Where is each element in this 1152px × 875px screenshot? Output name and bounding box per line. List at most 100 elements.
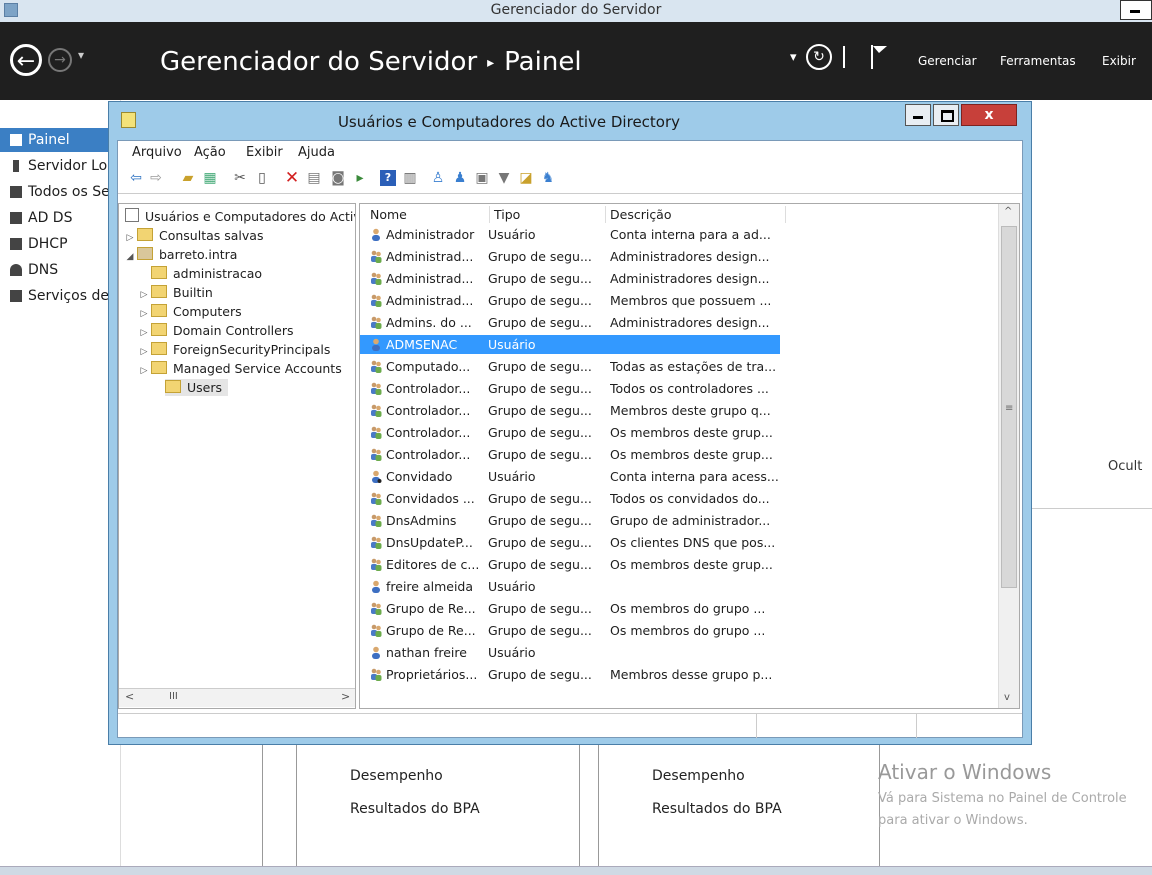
filter-icon[interactable]: ▼ xyxy=(496,170,512,186)
ad-maximize-button[interactable] xyxy=(933,104,959,126)
sidebar-item-file-services[interactable]: Serviços de Arquivo xyxy=(0,284,120,308)
cell-type: Grupo de segu... xyxy=(488,491,592,506)
tree-root[interactable]: Usuários e Computadores do Active Direct… xyxy=(125,208,355,225)
new-group-icon[interactable]: ♟ xyxy=(452,170,468,186)
tree-builtin[interactable]: ▷ Builtin xyxy=(137,284,213,301)
history-dropdown-icon[interactable]: ▾ xyxy=(78,48,84,62)
show-tree-icon[interactable]: ▦ xyxy=(202,170,218,186)
sidebar-item-ad-ds[interactable]: AD DS xyxy=(0,206,120,230)
find-icon[interactable]: ◪ xyxy=(518,170,534,186)
table-row[interactable]: Controlador... Grupo de segu... Todos os c… xyxy=(360,379,780,398)
column-header-nome[interactable]: Nome xyxy=(366,206,490,223)
table-row[interactable]: Convidados ... Grupo de segu... Todos os c… xyxy=(360,489,780,508)
table-row[interactable]: Admins. do ... Grupo de segu... Administra… xyxy=(360,313,780,332)
sidebar-item-local-server[interactable]: Servidor Local xyxy=(0,154,120,178)
cut-icon[interactable]: ✂ xyxy=(232,170,248,186)
cell-type: Grupo de segu... xyxy=(488,293,592,308)
menu-ajuda[interactable]: Ajuda xyxy=(298,145,335,160)
expand-arrow-icon[interactable]: ▷ xyxy=(137,363,151,380)
up-folder-icon[interactable]: ▰ xyxy=(180,170,196,186)
minimize-button[interactable] xyxy=(1120,0,1152,20)
tile-left-performance[interactable]: Desempenho xyxy=(350,768,443,784)
cell-description: Membros desse grupo p... xyxy=(610,667,773,682)
tree-saved-queries[interactable]: ▷ Consultas salvas xyxy=(123,227,263,244)
refresh-icon[interactable]: ↻ xyxy=(806,44,832,70)
table-row[interactable]: Convidado Usuário Conta interna para acess… xyxy=(360,467,780,486)
notifications-flag-icon[interactable] xyxy=(870,44,888,70)
back-icon[interactable]: ⇦ xyxy=(128,170,144,186)
table-row[interactable]: Editores de c... Grupo de segu... Os membr… xyxy=(360,555,780,574)
table-row[interactable]: Administrad... Grupo de segu... Administra… xyxy=(360,269,780,288)
table-row[interactable]: Controlador... Grupo de segu... Os membros… xyxy=(360,423,780,442)
tree-horizontal-scrollbar[interactable]: < III > xyxy=(119,688,355,707)
table-row[interactable]: ADMSENAC Usuário xyxy=(360,335,780,354)
delete-icon[interactable]: ✕ xyxy=(284,170,300,187)
table-row[interactable]: Administrad... Grupo de segu... Membros qu… xyxy=(360,291,780,310)
manage-menu[interactable]: Gerenciar xyxy=(918,54,977,68)
sidebar-item-painel[interactable]: Painel xyxy=(0,128,120,152)
tree-computers[interactable]: ▷ Computers xyxy=(137,303,242,320)
table-row[interactable]: Grupo de Re... Grupo de segu... Os membros… xyxy=(360,621,780,640)
collapse-arrow-icon[interactable]: ◢ xyxy=(123,249,137,266)
forward-icon[interactable]: ⇨ xyxy=(148,170,164,186)
add-to-group-icon[interactable]: ♞ xyxy=(540,170,556,186)
table-row[interactable]: Proprietários... Grupo de segu... Membros … xyxy=(360,665,780,684)
sidebar-item-all-servers[interactable]: Todos os Servidores xyxy=(0,180,120,204)
hide-link[interactable]: Ocult xyxy=(1108,459,1142,474)
table-row[interactable]: DnsAdmins Grupo de segu... Grupo de admini… xyxy=(360,511,780,530)
breadcrumb-page[interactable]: Painel xyxy=(504,47,581,77)
tree-foreign-security-principals[interactable]: ▷ ForeignSecurityPrincipals xyxy=(137,341,330,358)
tile-left-bpa[interactable]: Resultados do BPA xyxy=(350,801,480,817)
scroll-down-icon[interactable]: v xyxy=(1004,692,1010,703)
table-row[interactable]: DnsUpdateP... Grupo de segu... Os clientes… xyxy=(360,533,780,552)
tile-right-bpa[interactable]: Resultados do BPA xyxy=(652,801,782,817)
scroll-up-icon[interactable]: ^ xyxy=(1004,206,1012,217)
tree-managed-service-accounts[interactable]: ▷ Managed Service Accounts xyxy=(137,360,342,377)
table-row[interactable]: nathan freire Usuário xyxy=(360,643,780,662)
tile-right-performance[interactable]: Desempenho xyxy=(652,768,745,784)
expand-arrow-icon[interactable]: ▷ xyxy=(137,344,151,361)
forward-arrow-icon[interactable]: → xyxy=(48,48,72,72)
properties-icon[interactable]: ▤ xyxy=(306,170,322,186)
tree-ou-administracao[interactable]: administracao xyxy=(137,265,262,282)
table-row[interactable]: Administrad... Grupo de segu... Administra… xyxy=(360,247,780,266)
refresh-dropdown-icon[interactable]: ▾ xyxy=(790,50,797,65)
scroll-thumb[interactable]: ≡ xyxy=(1001,226,1017,588)
table-row[interactable]: Administrador Usuário Conta interna para a… xyxy=(360,225,780,244)
scroll-left-icon[interactable]: < xyxy=(125,690,134,703)
tools-menu[interactable]: Ferramentas xyxy=(1000,54,1076,68)
expand-arrow-icon[interactable]: ▷ xyxy=(137,287,151,304)
table-row[interactable]: Controlador... Grupo de segu... Os membros… xyxy=(360,445,780,464)
view-menu[interactable]: Exibir xyxy=(1102,54,1136,68)
ad-minimize-button[interactable] xyxy=(905,104,931,126)
table-row[interactable]: Controlador... Grupo de segu... Membros de… xyxy=(360,401,780,420)
list-vertical-scrollbar[interactable]: ^ ≡ v xyxy=(998,204,1019,708)
column-header-tipo[interactable]: Tipo xyxy=(490,206,606,223)
column-header-descricao[interactable]: Descrição xyxy=(606,206,786,223)
export-list-icon[interactable]: ▸ xyxy=(352,170,368,186)
menu-acao[interactable]: Ação xyxy=(194,145,226,160)
menu-arquivo[interactable]: Arquivo xyxy=(132,145,182,160)
expand-arrow-icon[interactable]: ▷ xyxy=(137,325,151,342)
new-ou-icon[interactable]: ▣ xyxy=(474,170,490,186)
table-row[interactable]: Grupo de Re... Grupo de segu... Os membros… xyxy=(360,599,780,618)
tree-domain[interactable]: ◢ barreto.intra xyxy=(123,246,237,263)
tree-users[interactable]: Users xyxy=(165,379,229,396)
ad-window-titlebar[interactable]: Usuários e Computadores do Active Direct… xyxy=(109,102,1031,140)
tree-domain-controllers[interactable]: ▷ Domain Controllers xyxy=(137,322,293,339)
table-row[interactable]: freire almeida Usuário xyxy=(360,577,780,596)
expand-arrow-icon[interactable]: ▷ xyxy=(137,306,151,323)
ad-close-button[interactable]: x xyxy=(961,104,1017,126)
scroll-right-icon[interactable]: > xyxy=(341,690,350,703)
back-arrow-icon[interactable]: ← xyxy=(10,44,42,76)
refresh-list-icon[interactable]: ◙ xyxy=(330,170,346,186)
copy-icon[interactable]: ▯ xyxy=(254,170,270,186)
help-icon[interactable]: ? xyxy=(380,170,396,186)
console-icon[interactable]: ▥ xyxy=(402,170,418,186)
menu-exibir[interactable]: Exibir xyxy=(246,145,283,160)
sidebar-item-dhcp[interactable]: DHCP xyxy=(0,232,120,256)
table-row[interactable]: Computado... Grupo de segu... Todas as est… xyxy=(360,357,780,376)
sidebar-item-dns[interactable]: DNS xyxy=(0,258,120,282)
expand-arrow-icon[interactable]: ▷ xyxy=(123,230,137,247)
new-user-icon[interactable]: ♙ xyxy=(430,170,446,186)
